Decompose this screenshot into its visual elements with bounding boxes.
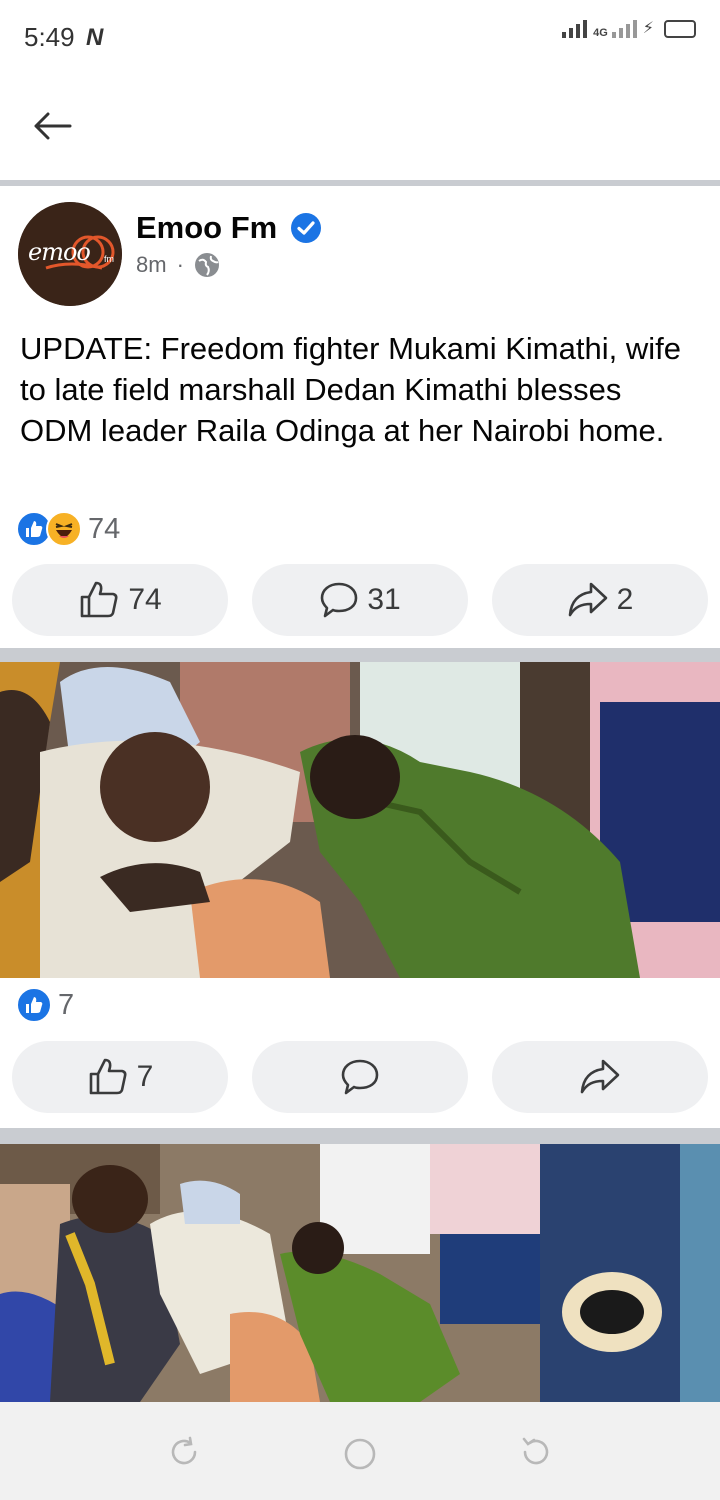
page-name[interactable]: Emoo Fm (136, 210, 277, 246)
comment-count: 31 (367, 583, 401, 616)
share-button[interactable]: 2 (492, 564, 708, 636)
network-label: 4G (593, 27, 608, 39)
share-icon (580, 1059, 620, 1094)
photo-reaction-count: 7 (58, 988, 75, 1021)
post-meta: 8m · (136, 252, 220, 278)
network-signal-icon (611, 20, 637, 38)
meta-separator: · (176, 252, 184, 277)
reaction-summary[interactable]: 74 (16, 511, 120, 547)
globe-icon (194, 253, 219, 277)
verified-badge-icon (291, 213, 321, 243)
photo-like-count: 7 (136, 1060, 154, 1093)
post-action-row: 74 31 2 (0, 564, 720, 636)
system-nav-bar (0, 1402, 720, 1500)
recents-icon[interactable] (168, 1436, 200, 1468)
separator (0, 648, 720, 662)
back-button[interactable] (28, 102, 76, 150)
status-bar: 5:49 N 4G ⚡ (0, 0, 720, 74)
photo-share-button[interactable] (492, 1041, 708, 1113)
photo-2 (0, 1144, 720, 1402)
comment-icon (341, 1059, 379, 1095)
separator (0, 1128, 720, 1144)
back-nav-icon[interactable] (520, 1436, 552, 1468)
photo-1 (0, 662, 720, 978)
page-avatar[interactable]: emoo fm (18, 202, 122, 306)
comment-icon (321, 582, 358, 618)
notification-icon: N (86, 24, 104, 51)
arrow-left-icon (34, 112, 72, 140)
battery-icon (664, 20, 696, 38)
separator (0, 180, 720, 186)
reaction-count: 74 (88, 512, 121, 545)
thumbs-up-icon (81, 581, 118, 618)
comment-button[interactable]: 31 (252, 564, 468, 636)
logo-suffix: fm (104, 254, 114, 264)
post-text: UPDATE: Freedom fighter Mukami Kimathi, … (20, 331, 681, 448)
thumbs-up-icon (89, 1058, 127, 1095)
like-button[interactable]: 74 (12, 564, 228, 636)
status-time: 5:49 (24, 22, 75, 52)
photo-reaction-summary[interactable]: 7 (16, 987, 74, 1023)
haha-reaction-icon (46, 511, 82, 547)
status-icons: 4G ⚡ (562, 20, 696, 39)
logo-text: emoo (28, 238, 91, 266)
post-photo[interactable] (0, 662, 720, 978)
like-count: 74 (128, 583, 162, 616)
photo-comment-button[interactable] (252, 1041, 468, 1113)
signal-icon (562, 20, 588, 38)
photo-like-button[interactable]: 7 (12, 1041, 228, 1113)
photo-action-row: 7 (0, 1041, 720, 1113)
charging-icon: ⚡ (642, 20, 654, 37)
like-reaction-icon (16, 987, 52, 1023)
share-icon (568, 582, 607, 617)
share-count: 2 (616, 583, 634, 616)
post-time[interactable]: 8m (136, 252, 167, 278)
post-photo[interactable] (0, 1144, 720, 1402)
home-icon[interactable] (342, 1436, 378, 1472)
app-bar (0, 74, 720, 180)
